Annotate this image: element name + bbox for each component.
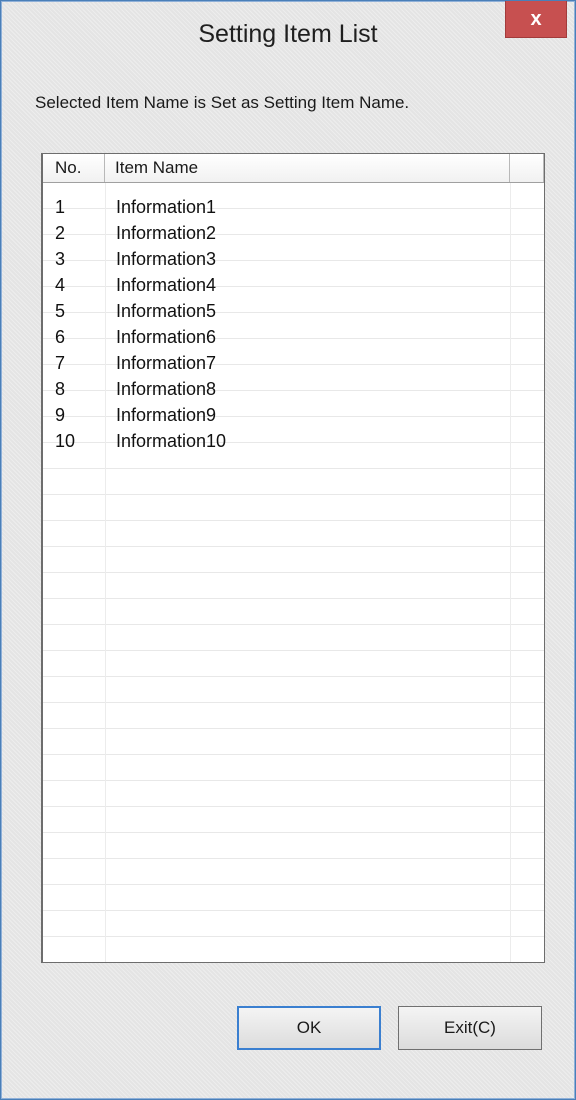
exit-button[interactable]: Exit(C) (398, 1006, 542, 1050)
title-bar[interactable]: Setting Item List x (1, 1, 575, 79)
close-button[interactable]: x (505, 1, 567, 38)
list-item[interactable]: 8 Information8 (43, 376, 544, 402)
column-header-item-name[interactable]: Item Name (105, 154, 510, 182)
item-name: Information4 (116, 275, 217, 295)
item-name: Information1 (116, 197, 217, 217)
list-item[interactable]: 6 Information6 (43, 324, 544, 350)
item-name: Information7 (116, 353, 217, 373)
close-icon: x (530, 7, 542, 30)
item-number: 2 (55, 223, 66, 243)
list-item[interactable]: 5 Information5 (43, 298, 544, 324)
item-name: Information10 (116, 431, 227, 451)
setting-item-list-dialog: Setting Item List x Selected Item Name i… (0, 0, 576, 1100)
ok-button[interactable]: OK (237, 1006, 381, 1050)
item-number: 1 (55, 197, 66, 217)
column-header-no[interactable]: No. (43, 154, 105, 182)
instruction-text: Selected Item Name is Set as Setting Ite… (35, 93, 410, 112)
list-item[interactable]: 1 Information1 (43, 194, 544, 220)
item-number: 8 (55, 379, 66, 399)
list-item[interactable]: 10 Information10 (43, 428, 544, 454)
item-number: 3 (55, 249, 66, 269)
item-list[interactable]: No. Item Name 1 Information1 2 Informati… (41, 153, 545, 963)
list-item[interactable]: 2 Information2 (43, 220, 544, 246)
list-header: No. Item Name (43, 154, 544, 183)
item-name: Information2 (116, 223, 217, 243)
item-number: 10 (55, 431, 76, 451)
item-number: 9 (55, 405, 66, 425)
item-number: 7 (55, 353, 66, 373)
item-name: Information9 (116, 405, 217, 425)
list-item[interactable]: 9 Information9 (43, 402, 544, 428)
item-name: Information3 (116, 249, 217, 269)
list-item[interactable]: 3 Information3 (43, 246, 544, 272)
item-number: 4 (55, 275, 66, 295)
item-name: Information8 (116, 379, 217, 399)
window-title: Setting Item List (198, 20, 378, 48)
item-number: 5 (55, 301, 66, 321)
item-name: Information6 (116, 327, 217, 347)
list-item[interactable]: 4 Information4 (43, 272, 544, 298)
item-name: Information5 (116, 301, 217, 321)
item-number: 6 (55, 327, 66, 347)
list-item[interactable]: 7 Information7 (43, 350, 544, 376)
column-header-filler (510, 154, 544, 182)
